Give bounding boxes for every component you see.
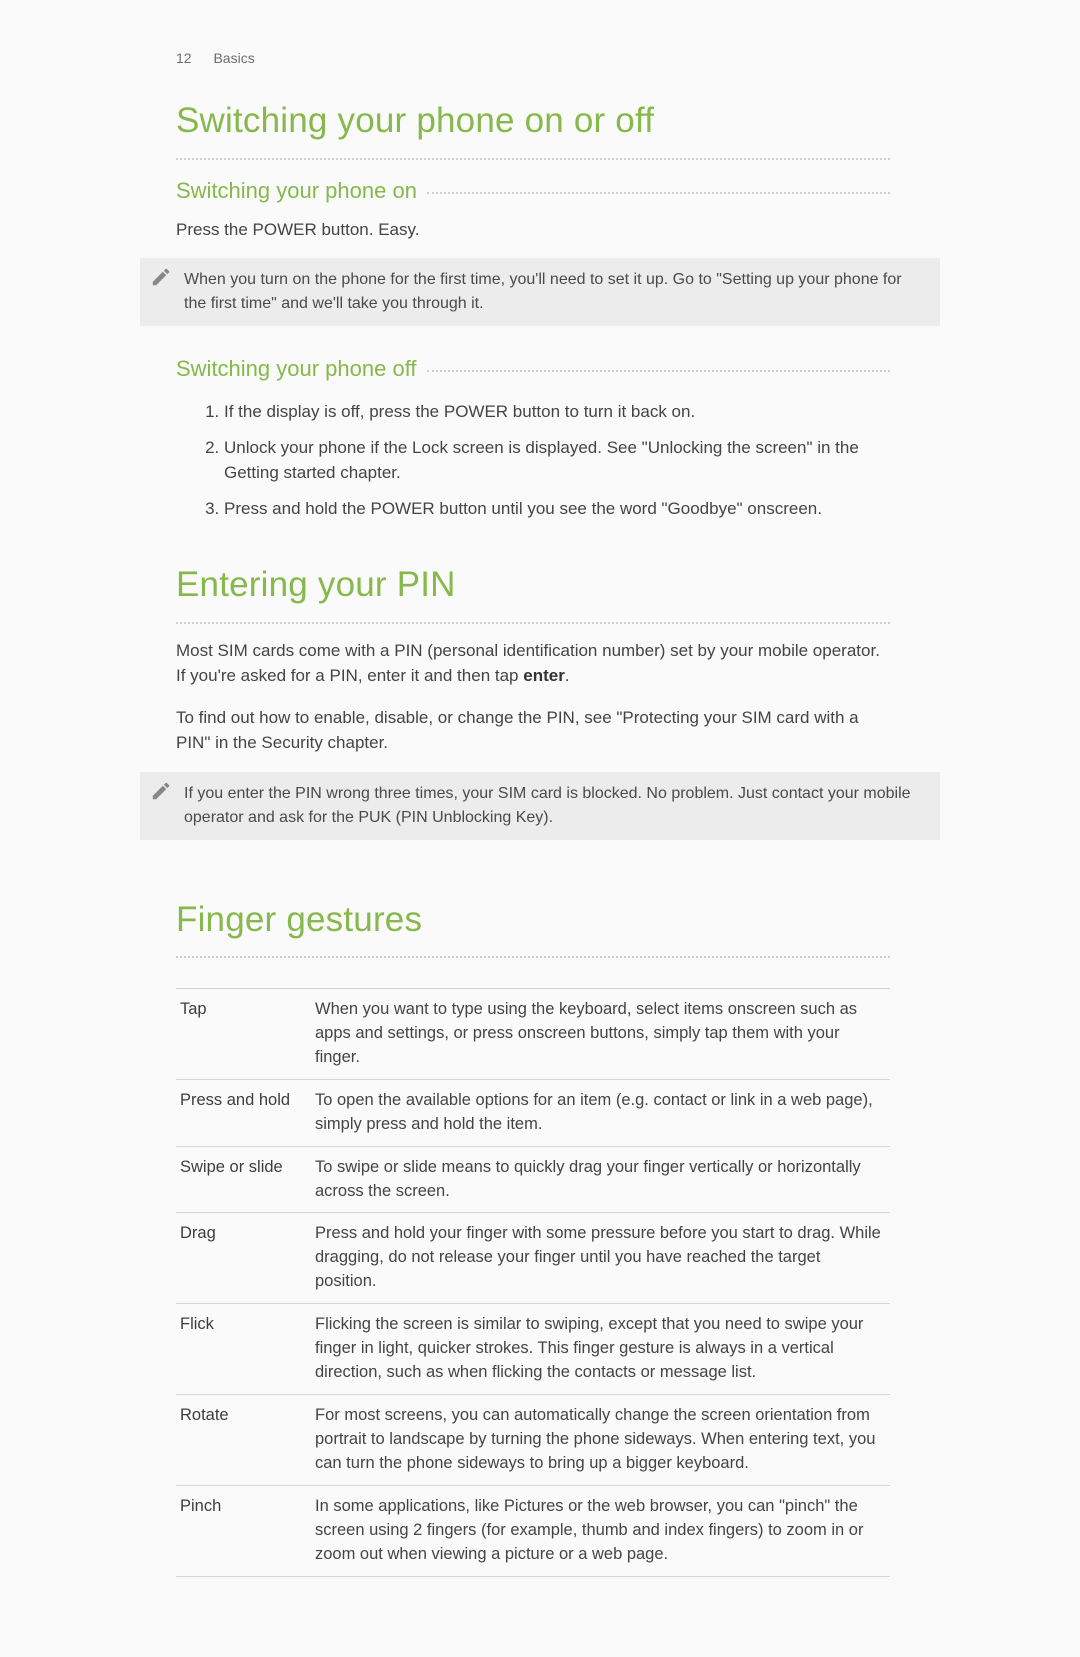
running-header: 12 Basics [176,48,1080,69]
note-box-setup: When you turn on the phone for the first… [140,258,940,326]
gesture-desc: To swipe or slide means to quickly drag … [311,1146,890,1213]
dotted-fill [427,192,890,194]
manual-page: 12 Basics Switching your phone on or off… [0,0,1080,1657]
table-row: DragPress and hold your finger with some… [176,1213,890,1304]
pin-para-2: To find out how to enable, disable, or c… [176,705,890,756]
gesture-desc: When you want to type using the keyboard… [311,989,890,1080]
note-text: If you enter the PIN wrong three times, … [184,785,911,826]
pin-para-1: Most SIM cards come with a PIN (personal… [176,638,890,689]
section-title-pin: Entering your PIN [176,559,890,612]
list-item: If the display is off, press the POWER b… [224,399,890,425]
gesture-term: Press and hold [176,1079,311,1146]
note-box-pin: If you enter the PIN wrong three times, … [140,772,940,840]
gesture-desc: Press and hold your finger with some pre… [311,1213,890,1304]
note-text: When you turn on the phone for the first… [184,271,902,312]
section-pin: Entering your PIN Most SIM cards come wi… [176,549,890,756]
gesture-term: Tap [176,989,311,1080]
gesture-desc: For most screens, you can automatically … [311,1394,890,1485]
table-row: Press and holdTo open the available opti… [176,1079,890,1146]
divider [176,158,890,160]
off-steps-list: If the display is off, press the POWER b… [176,399,890,521]
sub-title-off: Switching your phone off [176,352,417,385]
section-title: Switching your phone on or off [176,95,890,148]
subsection-off: Switching your phone off If the display … [176,352,890,521]
gesture-desc: To open the available options for an ite… [311,1079,890,1146]
table-row: FlickFlicking the screen is similar to s… [176,1304,890,1395]
divider [176,956,890,958]
table-row: RotateFor most screens, you can automati… [176,1394,890,1485]
gesture-term: Drag [176,1213,311,1304]
gesture-desc: In some applications, like Pictures or t… [311,1485,890,1576]
list-item: Unlock your phone if the Lock screen is … [224,435,890,486]
pin-para-1b: . [565,666,570,685]
dotted-fill [427,370,890,372]
table-row: TapWhen you want to type using the keybo… [176,989,890,1080]
subsection-off-header: Switching your phone off [176,352,890,385]
table-row: Swipe or slideTo swipe or slide means to… [176,1146,890,1213]
pencil-icon [150,266,172,288]
pencil-icon [150,780,172,802]
pin-para-bold: enter [523,666,565,685]
gesture-term: Flick [176,1304,311,1395]
table-row: PinchIn some applications, like Pictures… [176,1485,890,1576]
gesture-term: Pinch [176,1485,311,1576]
gesture-table: TapWhen you want to type using the keybo… [176,988,890,1577]
section-gestures: Finger gestures TapWhen you want to type… [176,866,890,1577]
gesture-desc: Flicking the screen is similar to swipin… [311,1304,890,1395]
section-title-gestures: Finger gestures [176,894,890,947]
subsection-on-header: Switching your phone on [176,174,890,207]
list-item: Press and hold the POWER button until yo… [224,496,890,522]
page-number: 12 [176,50,192,66]
chapter-name: Basics [213,50,254,66]
gesture-term: Swipe or slide [176,1146,311,1213]
sub-on-body: Press the POWER button. Easy. [176,217,890,243]
divider [176,622,890,624]
gesture-term: Rotate [176,1394,311,1485]
sub-title-on: Switching your phone on [176,174,417,207]
section-switching: Switching your phone on or off Switching… [176,95,890,242]
